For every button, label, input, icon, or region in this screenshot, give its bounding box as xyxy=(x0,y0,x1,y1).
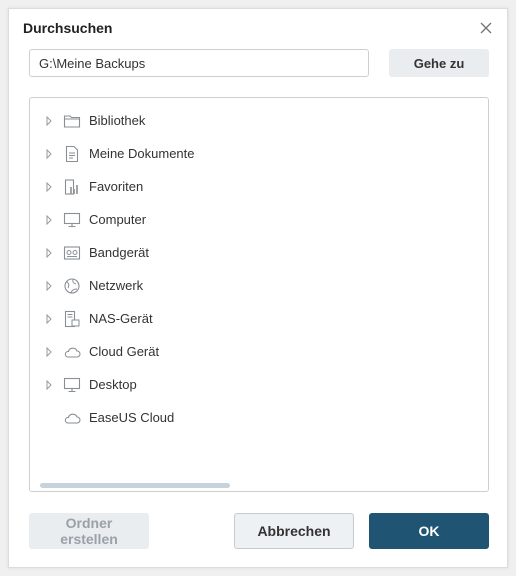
tree-item-label: Cloud Gerät xyxy=(89,344,160,359)
expand-arrow-icon[interactable] xyxy=(44,181,54,193)
tree-item-label: Favoriten xyxy=(89,179,144,194)
tree-item-label: Computer xyxy=(89,212,147,227)
tree-item-cloud-geraet[interactable]: Cloud Gerät xyxy=(30,340,470,364)
document-icon xyxy=(65,145,79,163)
expand-arrow-icon[interactable] xyxy=(44,148,54,160)
expand-arrow-icon[interactable] xyxy=(44,115,54,127)
expand-arrow-icon[interactable] xyxy=(44,247,54,259)
cancel-button[interactable]: Abbrechen xyxy=(234,513,354,549)
tree-item-netzwerk[interactable]: Netzwerk xyxy=(30,274,470,298)
expand-arrow-icon[interactable] xyxy=(44,280,54,292)
expand-arrow-icon[interactable] xyxy=(44,379,54,391)
tree-item-label: Bandgerät xyxy=(89,245,149,260)
tree-item-desktop[interactable]: Desktop xyxy=(30,373,470,397)
tree-item-computer[interactable]: Computer xyxy=(30,208,470,232)
tree-item-bibliothek[interactable]: Bibliothek xyxy=(30,109,470,133)
goto-button[interactable]: Gehe zu xyxy=(389,49,489,77)
tree-item-nas-geraet[interactable]: NAS-Gerät xyxy=(30,307,470,331)
ok-button[interactable]: OK xyxy=(369,513,489,549)
folder-icon xyxy=(63,115,81,128)
tree-item-easeus-cloud[interactable]: EaseUS Cloud xyxy=(30,406,470,430)
tree-item-label: EaseUS Cloud xyxy=(89,410,175,425)
tree-item-label: Netzwerk xyxy=(89,278,144,293)
cloud-icon xyxy=(64,413,81,424)
expand-arrow-icon[interactable] xyxy=(44,346,54,358)
tree-item-meine-dokumente[interactable]: Meine Dokumente xyxy=(30,142,470,166)
expand-arrow-icon[interactable] xyxy=(44,313,54,325)
tree-item-label: Meine Dokumente xyxy=(89,146,195,161)
horizontal-scrollbar[interactable] xyxy=(40,483,230,488)
nas-device-icon xyxy=(64,310,80,328)
dialog-title: Durchsuchen xyxy=(23,20,113,36)
close-icon xyxy=(480,22,492,34)
tree-item-label: Bibliothek xyxy=(89,113,146,128)
create-folder-button[interactable]: Ordner erstellen xyxy=(29,513,149,549)
cloud-icon xyxy=(64,347,81,358)
tree-item-favoriten[interactable]: Favoriten xyxy=(30,175,470,199)
close-button[interactable] xyxy=(477,19,495,37)
tree-item-label: Desktop xyxy=(89,377,137,392)
folder-tree[interactable]: Bibliothek Meine Dokumente Favoriten Com… xyxy=(29,97,489,492)
path-input[interactable] xyxy=(29,49,369,77)
network-icon xyxy=(64,278,80,294)
tree-item-label: NAS-Gerät xyxy=(89,311,153,326)
expand-arrow-icon[interactable] xyxy=(44,214,54,226)
tree-item-bandgeraet[interactable]: Bandgerät xyxy=(30,241,470,265)
tape-device-icon xyxy=(63,246,81,260)
desktop-icon xyxy=(63,377,81,393)
computer-icon xyxy=(63,212,81,228)
favorites-icon xyxy=(64,179,78,195)
browse-dialog: Durchsuchen Gehe zu Bibliothek Meine Dok… xyxy=(8,8,508,568)
